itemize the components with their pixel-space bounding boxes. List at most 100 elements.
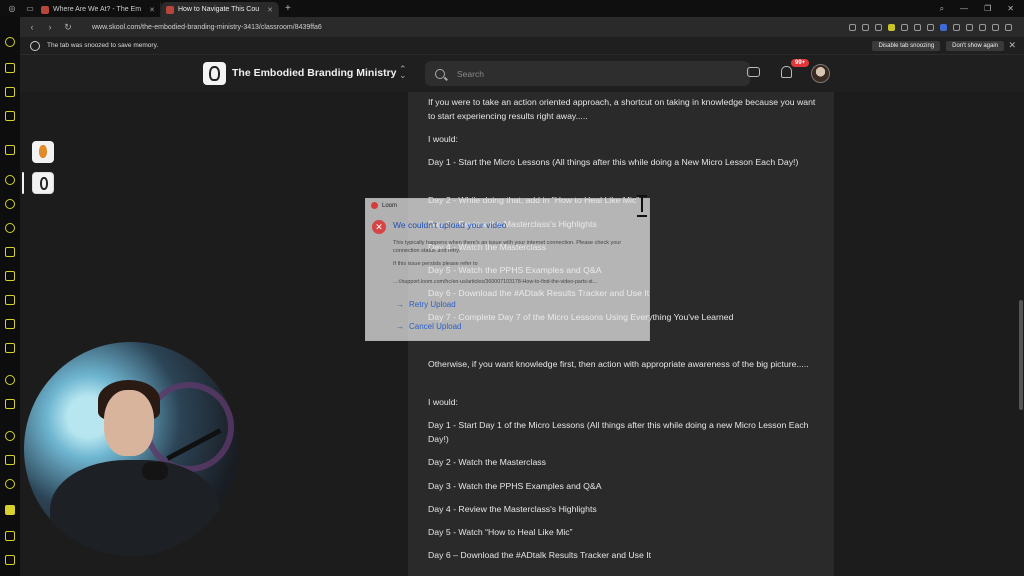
retry-upload-label: Retry Upload [409,300,456,309]
tiktok-icon[interactable] [5,295,15,305]
wallet-icon[interactable] [5,111,15,121]
retry-upload-button[interactable]: → Retry Upload [396,300,456,309]
instagram-icon[interactable] [5,271,15,281]
webcam-bubble[interactable] [24,342,238,556]
loom-logo-icon [371,202,378,209]
address-bar: ‹ › ↻ www.skool.com/the-embodied-brandin… [20,17,1024,37]
more-icon[interactable] [5,555,15,565]
torch-icon [39,145,47,158]
snapshot-icon[interactable] [862,23,869,31]
course-thumbnail-torch[interactable] [32,141,54,163]
dont-show-again-button[interactable]: Don't show again [946,40,1004,51]
url-field[interactable]: www.skool.com/the-embodied-branding-mini… [92,24,322,31]
error-icon: ✕ [372,220,386,234]
lesson-paragraph: Day 6 – Download the #ADtalk Results Tra… [428,550,652,560]
minimize-icon[interactable]: — [960,4,968,14]
loom-persist-text: If this issue persists please refer to [393,261,478,267]
lesson-paragraph: Day 1 - Start Day 1 of the Micro Lessons… [428,420,809,444]
lesson-paragraph: Day 5 - Watch “How to Heal Like Mic” [428,527,573,537]
browser-tab-bar: ◎ ▭ Where Are We At? - The Em ✕ How to N… [0,0,1024,17]
arc-icon[interactable] [5,145,15,155]
active-course-indicator [22,172,24,194]
extension-icons [849,23,1024,31]
x-twitter-icon[interactable] [5,319,15,329]
discord-icon[interactable] [5,343,15,353]
adblock-icon[interactable] [888,23,895,31]
maximize-icon[interactable]: ❐ [984,4,991,14]
easy-setup-icon[interactable] [992,23,999,31]
search-bar[interactable]: Search [425,61,750,86]
site-header: The Embodied Branding Ministry ⌃ ⌄ Search… [20,55,1024,92]
download-icon[interactable] [1005,23,1012,31]
search-icon [435,68,445,79]
ministry-logo-icon [40,177,48,190]
loom-error-dialog: Loom ✕ We couldn't upload your video Thi… [365,198,650,341]
course-thumbnail-ministry[interactable] [32,172,54,194]
back-icon[interactable]: ‹ [26,22,38,32]
messenger-icon[interactable] [5,175,15,185]
play-icon[interactable] [914,23,921,31]
lesson-paragraph: Otherwise, if you want knowledge first, … [428,359,809,369]
notifications-bell-icon[interactable] [781,66,792,78]
reload-icon[interactable]: ↻ [62,22,74,33]
microphone [142,462,168,480]
cube-icon[interactable] [966,23,973,31]
snooze-message: The tab was snoozed to save memory. [47,42,159,49]
arrow-right-icon: → [396,322,404,331]
new-tab-icon[interactable]: + [285,3,291,14]
community-switcher-icon[interactable]: ⌃ ⌄ [399,65,407,80]
player-icon[interactable] [5,375,15,385]
scrollbar-thumb[interactable] [1019,300,1023,410]
window-controls: ⌕ — ❐ ✕ [940,4,1024,14]
vk-icon[interactable] [5,247,15,257]
lesson-paragraph: Day 4 - Review the Masterclass's Highlig… [428,504,597,514]
telegram-icon[interactable] [5,223,15,233]
profile-icon[interactable] [979,23,986,31]
ai-icon[interactable] [5,37,15,47]
tab-favicon-icon [165,5,174,14]
tab-title: Where Are We At? - The Em [53,6,142,13]
shopping-icon[interactable] [5,63,15,73]
close-tab-icon[interactable]: ✕ [267,6,273,14]
community-name[interactable]: The Embodied Branding Ministry [232,67,397,79]
loom-error-heading: We couldn't upload your video [393,220,507,230]
chat-icon[interactable] [747,67,760,77]
loom-support-link[interactable]: ...://support.loom.com/hc/en-us/articles… [393,279,597,285]
lesson-paragraph: I would: [428,134,458,144]
forward-icon[interactable]: › [44,22,56,32]
close-tab-icon[interactable]: ✕ [149,6,155,14]
community-logo[interactable] [203,62,226,85]
whatsapp-icon[interactable] [5,199,15,209]
text-cursor-icon [637,195,647,217]
close-window-icon[interactable]: ✕ [1007,4,1014,14]
opera-menu-icon[interactable]: ◎ [6,3,18,15]
settings-icon[interactable] [5,479,15,489]
search-tabs-icon[interactable]: ⌕ [940,4,944,14]
send-icon[interactable] [5,399,15,409]
disable-tab-snoozing-button[interactable]: Disable tab snoozing [872,40,941,51]
user-avatar[interactable] [811,64,830,83]
tab-islands-icon[interactable] [5,531,15,541]
loom-extension-icon[interactable] [940,23,947,31]
box-icon[interactable] [5,455,15,465]
lesson-paragraph: Day 2 - Watch the Masterclass [428,457,546,467]
browser-tab-active[interactable]: How to Navigate This Cou ✕ [160,2,279,17]
history-icon[interactable] [5,431,15,441]
extension-icon[interactable] [901,23,908,31]
lesson-paragraph: Day 3 - Watch the PPHS Examples and Q&A [428,481,602,491]
browser-tab[interactable]: Where Are We At? - The Em ✕ [36,2,161,17]
lesson-paragraph: If you were to take an action oriented a… [428,97,816,121]
loom-titlebar: Loom [371,202,397,209]
tab-manager-icon[interactable]: ▭ [24,3,36,15]
pinned-app-icon[interactable] [5,505,15,515]
search-input[interactable]: Search [457,69,484,79]
puzzle-icon[interactable] [953,23,960,31]
close-infobar-icon[interactable]: ✕ [1008,40,1016,51]
tab-title: How to Navigate This Cou [177,6,260,13]
tab-favicon-icon [41,5,49,14]
cancel-upload-button[interactable]: → Cancel Upload [396,322,461,331]
lens-icon[interactable] [849,23,856,31]
camera-icon[interactable] [875,23,882,31]
heart-icon[interactable] [927,23,934,31]
twitch-icon[interactable] [5,87,15,97]
